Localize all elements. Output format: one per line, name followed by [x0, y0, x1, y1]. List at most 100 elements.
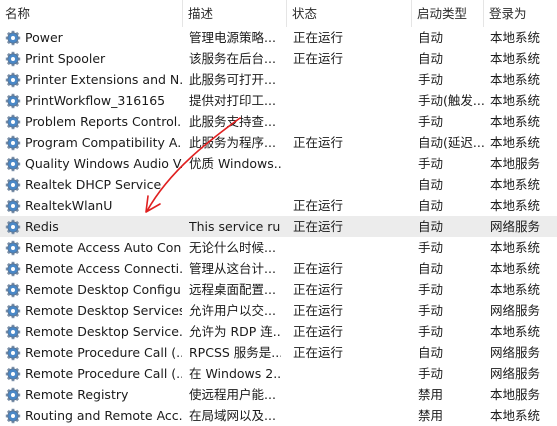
service-logon-as: 网络服务	[490, 219, 541, 234]
service-name: Program Compatibility A...	[25, 135, 182, 150]
service-row[interactable]: Printer Extensions and N... 此服务可打开... 手动 本地…	[0, 69, 557, 90]
service-status	[293, 111, 411, 132]
service-startup-type: 自动	[418, 51, 444, 66]
gear-icon	[5, 72, 21, 88]
service-description: RPCSS 服务是...	[189, 345, 281, 360]
service-row[interactable]: Remote Access Connecti... 管理从这台计... 正在运行 自动…	[0, 258, 557, 279]
service-row[interactable]: Remote Registry 使远程用户能... 禁用 本地服务	[0, 384, 557, 405]
column-header-logon-as-label: 登录为	[489, 6, 527, 21]
service-row[interactable]: Program Compatibility A... 此服务为程序... 正在运行 自…	[0, 132, 557, 153]
service-logon-as: 本地服务	[490, 156, 541, 171]
column-header-name[interactable]: 名称 ^	[0, 0, 183, 27]
gear-icon	[5, 198, 21, 214]
service-row[interactable]: Power 管理电源策略... 正在运行 自动 本地系统	[0, 27, 557, 48]
service-status: 正在运行	[293, 198, 344, 213]
service-status: 正在运行	[293, 303, 344, 318]
service-startup-type: 自动	[418, 219, 444, 234]
column-header-status[interactable]: 状态	[287, 0, 412, 27]
column-header-bar: 名称 ^ 描述 状态 启动类型 登录为	[0, 0, 557, 27]
service-row[interactable]: PrintWorkflow_316165 提供对打印工... 手动(触发... 本地系…	[0, 90, 557, 111]
service-startup-type: 手动	[418, 114, 444, 129]
service-row[interactable]: Realtek DHCP Service 自动 本地系统	[0, 174, 557, 195]
gear-icon	[5, 51, 21, 67]
service-status	[293, 69, 411, 90]
service-startup-type: 自动(延迟...	[418, 135, 484, 150]
service-description: 无论什么时候...	[189, 240, 276, 255]
column-header-description-label: 描述	[188, 6, 214, 21]
service-row[interactable]: Remote Desktop Services 允许用户以交... 正在运行 手动 网络…	[0, 300, 557, 321]
gear-icon	[5, 93, 21, 109]
service-row[interactable]: Remote Procedure Call (... RPCSS 服务是... 正在…	[0, 342, 557, 363]
gear-icon	[5, 303, 21, 319]
service-logon-as: 本地系统	[490, 72, 541, 87]
gear-icon	[5, 114, 21, 130]
service-status: 正在运行	[293, 135, 344, 150]
column-header-name-label: 名称	[5, 6, 31, 21]
service-row[interactable]: Remote Desktop Configu... 远程桌面配置... 正在运行 手动…	[0, 279, 557, 300]
column-header-startup-type[interactable]: 启动类型	[412, 0, 484, 27]
service-startup-type: 手动	[418, 156, 444, 171]
gear-icon	[5, 366, 21, 382]
service-description: This service ru...	[189, 219, 281, 234]
service-status: 正在运行	[293, 324, 344, 339]
gear-icon	[5, 408, 21, 424]
gear-icon	[5, 135, 21, 151]
service-status	[293, 90, 411, 111]
service-startup-type: 手动(触发...	[418, 93, 484, 108]
gear-icon	[5, 30, 21, 46]
service-description: 此服务支持查...	[189, 114, 276, 129]
service-startup-type: 自动	[418, 345, 444, 360]
gear-icon	[5, 240, 21, 256]
service-description: 管理电源策略...	[189, 30, 276, 45]
service-name: Realtek DHCP Service	[25, 177, 162, 192]
service-status: 正在运行	[293, 30, 344, 45]
column-header-description[interactable]: 描述	[183, 0, 287, 27]
service-name: Remote Access Auto Con...	[25, 240, 182, 255]
service-name: Remote Access Connecti...	[25, 261, 182, 276]
service-logon-as: 本地系统	[490, 93, 541, 108]
service-row[interactable]: Redis This service ru... 正在运行 自动 网络服务	[0, 216, 557, 237]
service-startup-type: 手动	[418, 303, 444, 318]
service-name: Printer Extensions and N...	[25, 72, 182, 87]
service-description: 此服务为程序...	[189, 135, 276, 150]
service-startup-type: 手动	[418, 72, 444, 87]
service-description	[189, 174, 281, 195]
service-row[interactable]: Problem Reports Control... 此服务支持查... 手动 本地系…	[0, 111, 557, 132]
service-startup-type: 自动	[418, 30, 444, 45]
service-status: 正在运行	[293, 51, 344, 66]
service-description: 该服务在后台...	[189, 51, 276, 66]
service-row[interactable]: Remote Procedure Call (... 在 Windows 2...…	[0, 363, 557, 384]
service-startup-type: 自动	[418, 198, 444, 213]
service-description: 允许为 RDP 连...	[189, 324, 281, 339]
service-status: 正在运行	[293, 345, 344, 360]
service-status	[293, 384, 411, 405]
service-row[interactable]: RealtekWlanU 正在运行 自动 本地系统	[0, 195, 557, 216]
service-name: Power	[25, 30, 63, 45]
service-logon-as: 本地系统	[490, 30, 541, 45]
service-logon-as: 网络服务	[490, 345, 541, 360]
service-logon-as: 网络服务	[490, 303, 541, 318]
service-name: Problem Reports Control...	[25, 114, 182, 129]
service-status: 正在运行	[293, 219, 344, 234]
service-startup-type: 手动	[418, 366, 444, 381]
service-status: 正在运行	[293, 282, 344, 297]
column-header-logon-as[interactable]: 登录为	[484, 0, 557, 27]
service-row[interactable]: Print Spooler 该服务在后台... 正在运行 自动 本地系统	[0, 48, 557, 69]
service-logon-as: 本地系统	[490, 261, 541, 276]
service-name: Quality Windows Audio V...	[25, 156, 182, 171]
service-row[interactable]: Quality Windows Audio V... 优质 Windows... 手…	[0, 153, 557, 174]
service-logon-as: 本地系统	[490, 51, 541, 66]
service-row[interactable]: Remote Desktop Service... 允许为 RDP 连... 正在运…	[0, 321, 557, 342]
service-startup-type: 自动	[418, 177, 444, 192]
service-name: Remote Desktop Service...	[25, 324, 182, 339]
gear-icon	[5, 324, 21, 340]
column-header-status-label: 状态	[292, 6, 318, 21]
service-name: Remote Desktop Services	[25, 303, 182, 318]
service-row[interactable]: Remote Access Auto Con... 无论什么时候... 手动 本地系统	[0, 237, 557, 258]
service-status	[293, 363, 411, 384]
service-startup-type: 禁用	[418, 387, 444, 402]
service-startup-type: 手动	[418, 324, 444, 339]
service-logon-as: 本地系统	[490, 282, 541, 297]
service-startup-type: 手动	[418, 240, 444, 255]
service-name: Print Spooler	[25, 51, 106, 66]
